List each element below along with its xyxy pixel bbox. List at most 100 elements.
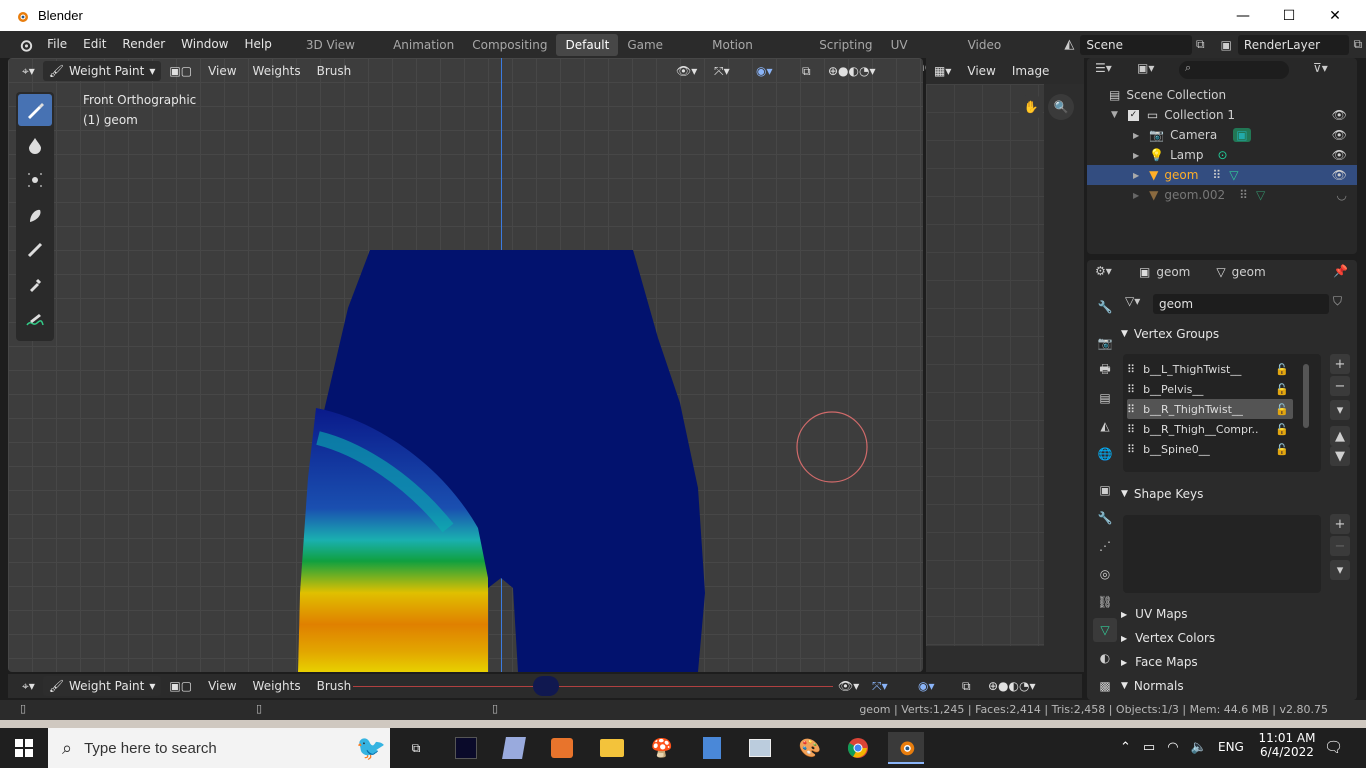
render-layer-field[interactable]: RenderLayer xyxy=(1237,34,1350,55)
world-tab-icon[interactable]: 🌐 xyxy=(1093,442,1117,466)
modifier-tab-icon[interactable]: 🔧 xyxy=(1093,506,1117,530)
vertex-colors-panel-header[interactable]: ▶ Vertex Colors xyxy=(1121,627,1353,649)
new-scene-icon[interactable]: ⧉ xyxy=(1196,37,1205,52)
list-scrollbar[interactable] xyxy=(1303,364,1309,428)
shape-key-specials-button[interactable]: ▾ xyxy=(1330,560,1350,580)
image-menu-image[interactable]: Image xyxy=(1004,64,1058,78)
hidden-eye-icon[interactable]: ◡ xyxy=(1337,188,1347,202)
vertex-group-item-selected[interactable]: ⠿ b__R_ThighTwist__ 🔓 xyxy=(1127,399,1293,419)
image-editor-type-icon[interactable]: ▦▾ xyxy=(926,64,959,78)
visibility-eye-icon[interactable]: 👁 xyxy=(1332,168,1347,182)
add-shape-key-button[interactable]: + xyxy=(1330,514,1350,534)
tray-chevron-icon[interactable]: ⌃ xyxy=(1120,740,1131,755)
blender-menu-icon[interactable] xyxy=(18,37,33,53)
menu-render[interactable]: Render xyxy=(114,31,173,58)
vertex-group-specials-button[interactable]: ▾ xyxy=(1330,400,1350,420)
remove-shape-key-button[interactable]: − xyxy=(1330,536,1350,556)
terminal-app-icon[interactable] xyxy=(448,732,484,764)
tab-scripting[interactable]: Scripting xyxy=(810,34,881,56)
uv-maps-panel-header[interactable]: ▶ UV Maps xyxy=(1121,603,1353,625)
lock-icon[interactable]: 🔓 xyxy=(1275,383,1289,396)
visibility-icon[interactable]: 👁▾ xyxy=(830,679,867,693)
bottom-mode-dropdown[interactable]: 🖌 Weight Paint ▾ xyxy=(42,676,162,696)
bottom-menu-view[interactable]: View xyxy=(200,679,244,693)
new-layer-icon[interactable]: ⧉ xyxy=(1353,37,1362,52)
calculator-icon[interactable] xyxy=(694,732,730,764)
render-layer-icon[interactable]: ▣ xyxy=(1221,38,1232,52)
image-canvas[interactable] xyxy=(926,84,1044,646)
language-indicator[interactable]: ENG xyxy=(1218,740,1244,754)
display-mode-icon[interactable]: ▣▾ xyxy=(1137,61,1154,75)
filter-icon[interactable]: ⊽▾ xyxy=(1313,61,1328,75)
visibility-eye-icon[interactable]: 👁 xyxy=(1332,148,1347,162)
vertex-group-item[interactable]: ⠿ b__Spine0__ 🔓 xyxy=(1127,439,1293,459)
fake-user-shield-icon[interactable]: ⛉ xyxy=(1333,294,1342,309)
xray-icon[interactable]: ⧉ xyxy=(954,679,979,694)
blender-taskbar-icon[interactable] xyxy=(888,732,924,764)
tab-video-editing[interactable]: Video Editing xyxy=(959,34,1052,74)
menu-help[interactable]: Help xyxy=(236,31,279,58)
battery-icon[interactable]: ▭ xyxy=(1143,740,1155,755)
vertex-groups-panel-header[interactable]: ▼ Vertex Groups xyxy=(1121,323,1353,345)
paint3d-app-icon[interactable]: 🍄 xyxy=(644,732,680,764)
windows-start-icon[interactable] xyxy=(6,732,42,764)
notifications-icon[interactable]: 🗨 xyxy=(1324,738,1343,756)
tab-default[interactable]: Default xyxy=(556,33,619,56)
vertex-groups-icon[interactable]: ⠿ xyxy=(1239,188,1248,202)
lock-icon[interactable]: 🔓 xyxy=(1275,443,1289,456)
scene-field[interactable]: Scene xyxy=(1080,34,1192,55)
scene-collection-row[interactable]: ▤ Scene Collection xyxy=(1087,85,1357,105)
file-explorer-icon[interactable] xyxy=(594,732,630,764)
clock[interactable]: 11:01 AM 6/4/2022 xyxy=(1256,731,1318,759)
weight-paint-mesh[interactable] xyxy=(8,58,923,672)
scene-icon[interactable]: ◭ xyxy=(1064,37,1074,52)
lock-icon[interactable]: 🔓 xyxy=(1275,403,1289,416)
lock-icon[interactable]: 🔓 xyxy=(1275,363,1289,376)
tab-compositing[interactable]: Compositing xyxy=(463,34,556,56)
mesh-data-icon[interactable]: ▽ xyxy=(1229,168,1238,182)
tab-uv-editing[interactable]: UV Editing xyxy=(882,34,959,74)
expand-arrow-icon[interactable]: ▼ xyxy=(1111,110,1118,120)
menu-file[interactable]: File xyxy=(39,31,75,58)
lock-icon[interactable]: 🔓 xyxy=(1275,423,1289,436)
collection-checkbox[interactable]: ✓ xyxy=(1127,109,1139,121)
tool-tab-icon[interactable]: 🔧 xyxy=(1093,295,1117,319)
particles-tab-icon[interactable]: ⋰ xyxy=(1093,534,1117,558)
tab-animation[interactable]: Animation xyxy=(384,34,463,56)
handle-icon[interactable] xyxy=(533,676,559,696)
object-tab-icon[interactable]: ▣ xyxy=(1093,478,1117,502)
camera-data-icon[interactable]: ▣ xyxy=(1233,128,1251,142)
constraints-tab-icon[interactable]: ⛓ xyxy=(1093,590,1117,614)
outliner-item-lamp[interactable]: ▶ 💡 Lamp ⊙ 👁 xyxy=(1087,145,1357,165)
zoom-icon[interactable]: 🔍 xyxy=(1048,94,1074,120)
tab-motion-tracking[interactable]: Motion Tracking xyxy=(703,34,810,74)
editor-type-icon[interactable]: ⌖▾ xyxy=(8,679,43,694)
render-tab-icon[interactable]: 📷 xyxy=(1093,331,1117,355)
output-tab-icon[interactable]: 🖶 xyxy=(1093,358,1117,382)
vertex-group-item[interactable]: ⠿ b__L_ThighTwist__ 🔓 xyxy=(1127,359,1293,379)
mask-toggle-icon[interactable]: ▣▢ xyxy=(161,679,200,693)
tab-game-logic[interactable]: Game Logic xyxy=(618,34,703,74)
photo-app-icon[interactable] xyxy=(742,732,778,764)
gizmo-icon[interactable]: ⤧▾ xyxy=(864,679,896,694)
bottom-menu-brush[interactable]: Brush xyxy=(309,679,360,693)
physics-tab-icon[interactable]: ◎ xyxy=(1093,562,1117,586)
task-view-icon[interactable]: ⧉ xyxy=(398,732,434,764)
outliner-search-field[interactable]: ⌕ xyxy=(1179,61,1289,79)
paint-app-icon[interactable]: 🎨 xyxy=(792,732,828,764)
outliner-item-camera[interactable]: ▶ 📷 Camera ▣ 👁 xyxy=(1087,125,1357,145)
material-tab-icon[interactable]: ◐ xyxy=(1093,646,1117,670)
menu-edit[interactable]: Edit xyxy=(75,31,114,58)
overlays-icon[interactable]: ◉▾ xyxy=(910,679,943,693)
pan-hand-icon[interactable]: ✋ xyxy=(1018,94,1044,120)
minimize-button[interactable]: — xyxy=(1220,0,1266,31)
image-editor[interactable]: ▦▾ View Image ✋ 🔍 xyxy=(926,58,1084,672)
shading-modes-icon[interactable]: ⊕●◐◔▾ xyxy=(980,679,1044,693)
close-button[interactable]: ✕ xyxy=(1312,0,1358,31)
normals-panel-header[interactable]: ▼ Normals xyxy=(1121,675,1353,697)
vertex-groups-icon[interactable]: ⠿ xyxy=(1212,168,1221,182)
scene-tab-icon[interactable]: ◭ xyxy=(1093,414,1117,438)
collection-row[interactable]: ▼ ✓ ▭ Collection 1 👁 xyxy=(1087,105,1357,125)
chrome-icon[interactable] xyxy=(840,732,876,764)
properties-type-icon[interactable]: ⚙▾ xyxy=(1095,264,1112,278)
